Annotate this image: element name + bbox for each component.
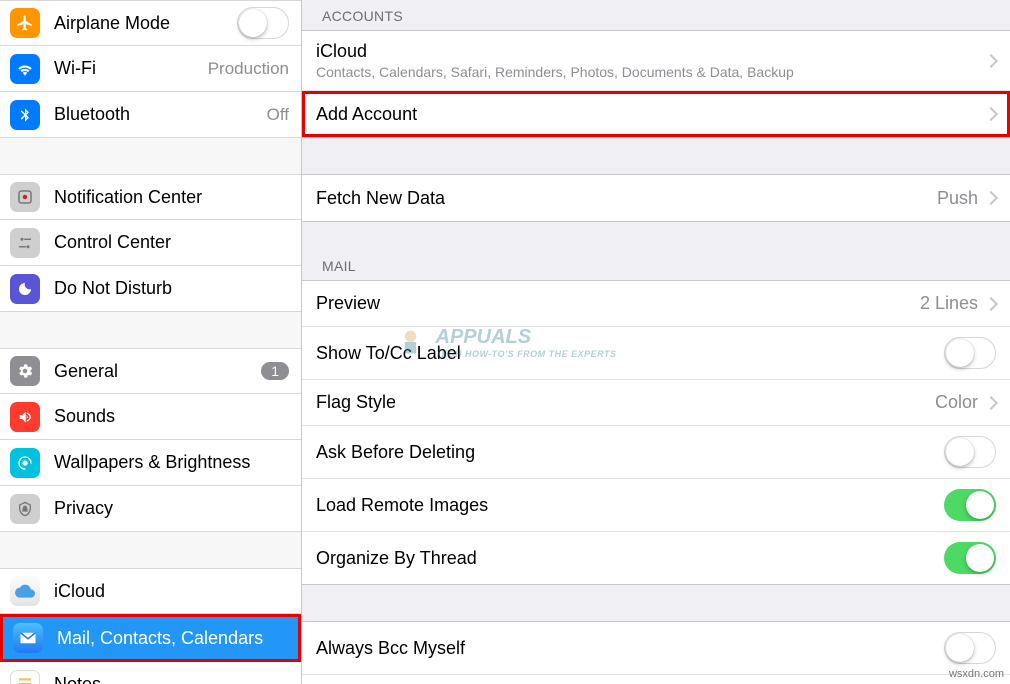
dnd-label: Do Not Disturb: [54, 278, 289, 299]
sidebar-item-sounds[interactable]: Sounds: [0, 394, 301, 440]
add-account-label: Add Account: [316, 104, 986, 125]
general-icon: [10, 356, 40, 386]
flag-style-value: Color: [935, 392, 978, 413]
show-tocc-label: Show To/Cc Label: [316, 343, 944, 364]
chevron-right-icon: [984, 395, 998, 409]
sidebar-item-bluetooth[interactable]: Bluetooth Off: [0, 92, 301, 138]
detail-pane: ACCOUNTS iCloud Contacts, Calendars, Saf…: [302, 0, 1010, 684]
row-add-account[interactable]: Add Account: [302, 91, 1010, 137]
sidebar-item-wallpapers[interactable]: Wallpapers & Brightness: [0, 440, 301, 486]
privacy-icon: [10, 494, 40, 524]
row-show-tocc[interactable]: Show To/Cc Label: [302, 327, 1010, 380]
organize-thread-label: Organize By Thread: [316, 548, 944, 569]
row-flag-style[interactable]: Flag Style Color: [302, 380, 1010, 426]
sidebar-item-wifi[interactable]: Wi-Fi Production: [0, 46, 301, 92]
bluetooth-value: Off: [267, 105, 289, 125]
mail-header: MAIL: [302, 250, 1010, 280]
row-increase-quote-level[interactable]: Increase Quote Level On: [302, 675, 1010, 684]
fetch-value: Push: [937, 188, 978, 209]
icloud-icon: [10, 576, 40, 606]
sidebar-item-notification-center[interactable]: Notification Center: [0, 174, 301, 220]
footer-credit: wsxdn.com: [949, 668, 1004, 680]
wifi-value: Production: [208, 59, 289, 79]
airplane-icon: [10, 8, 40, 38]
mail-label: Mail, Contacts, Calendars: [57, 628, 286, 649]
flag-style-label: Flag Style: [316, 392, 935, 413]
general-label: General: [54, 361, 261, 382]
chevron-right-icon: [984, 191, 998, 205]
organize-thread-toggle[interactable]: [944, 542, 996, 574]
preview-label: Preview: [316, 293, 920, 314]
sounds-icon: [10, 402, 40, 432]
airplane-toggle[interactable]: [237, 7, 289, 39]
wallpapers-icon: [10, 448, 40, 478]
bluetooth-icon: [10, 100, 40, 130]
always-bcc-toggle[interactable]: [944, 632, 996, 664]
row-always-bcc[interactable]: Always Bcc Myself: [302, 622, 1010, 675]
show-tocc-toggle[interactable]: [944, 337, 996, 369]
sidebar-item-control-center[interactable]: Control Center: [0, 220, 301, 266]
ask-delete-label: Ask Before Deleting: [316, 442, 944, 463]
ask-delete-toggle[interactable]: [944, 436, 996, 468]
chevron-right-icon: [984, 107, 998, 121]
fetch-label: Fetch New Data: [316, 188, 937, 209]
dnd-icon: [10, 274, 40, 304]
notes-label: Notes: [54, 674, 289, 684]
notes-icon: [10, 670, 40, 684]
load-remote-toggle[interactable]: [944, 489, 996, 521]
sidebar-item-general[interactable]: General 1: [0, 348, 301, 394]
bluetooth-label: Bluetooth: [54, 104, 267, 125]
row-preview[interactable]: Preview 2 Lines: [302, 281, 1010, 327]
sidebar-item-dnd[interactable]: Do Not Disturb: [0, 266, 301, 312]
settings-sidebar: Airplane Mode Wi-Fi Production Bluetooth…: [0, 0, 302, 684]
icloud-sub: Contacts, Calendars, Safari, Reminders, …: [316, 64, 986, 80]
chevron-right-icon: [984, 53, 998, 67]
control-center-label: Control Center: [54, 232, 289, 253]
sounds-label: Sounds: [54, 406, 289, 427]
wifi-label: Wi-Fi: [54, 58, 208, 79]
row-organize-by-thread[interactable]: Organize By Thread: [302, 532, 1010, 584]
load-remote-label: Load Remote Images: [316, 495, 944, 516]
control-center-icon: [10, 228, 40, 258]
accounts-header: ACCOUNTS: [302, 0, 1010, 30]
notification-label: Notification Center: [54, 187, 289, 208]
sidebar-item-mail[interactable]: Mail, Contacts, Calendars: [0, 614, 301, 662]
general-badge: 1: [261, 362, 289, 380]
sidebar-item-privacy[interactable]: Privacy: [0, 486, 301, 532]
icloud-title: iCloud: [316, 41, 986, 62]
sidebar-item-airplane[interactable]: Airplane Mode: [0, 0, 301, 46]
sidebar-item-notes[interactable]: Notes: [0, 662, 301, 684]
mail-icon: [13, 623, 43, 653]
privacy-label: Privacy: [54, 498, 289, 519]
row-icloud-account[interactable]: iCloud Contacts, Calendars, Safari, Remi…: [302, 31, 1010, 91]
icloud-label: iCloud: [54, 581, 289, 602]
preview-value: 2 Lines: [920, 293, 978, 314]
chevron-right-icon: [984, 296, 998, 310]
row-fetch-new-data[interactable]: Fetch New Data Push: [302, 175, 1010, 221]
airplane-label: Airplane Mode: [54, 13, 237, 34]
notification-icon: [10, 182, 40, 212]
always-bcc-label: Always Bcc Myself: [316, 638, 944, 659]
wifi-icon: [10, 54, 40, 84]
wallpapers-label: Wallpapers & Brightness: [54, 452, 289, 473]
row-ask-before-deleting[interactable]: Ask Before Deleting: [302, 426, 1010, 479]
sidebar-item-icloud[interactable]: iCloud: [0, 568, 301, 614]
row-load-remote-images[interactable]: Load Remote Images: [302, 479, 1010, 532]
